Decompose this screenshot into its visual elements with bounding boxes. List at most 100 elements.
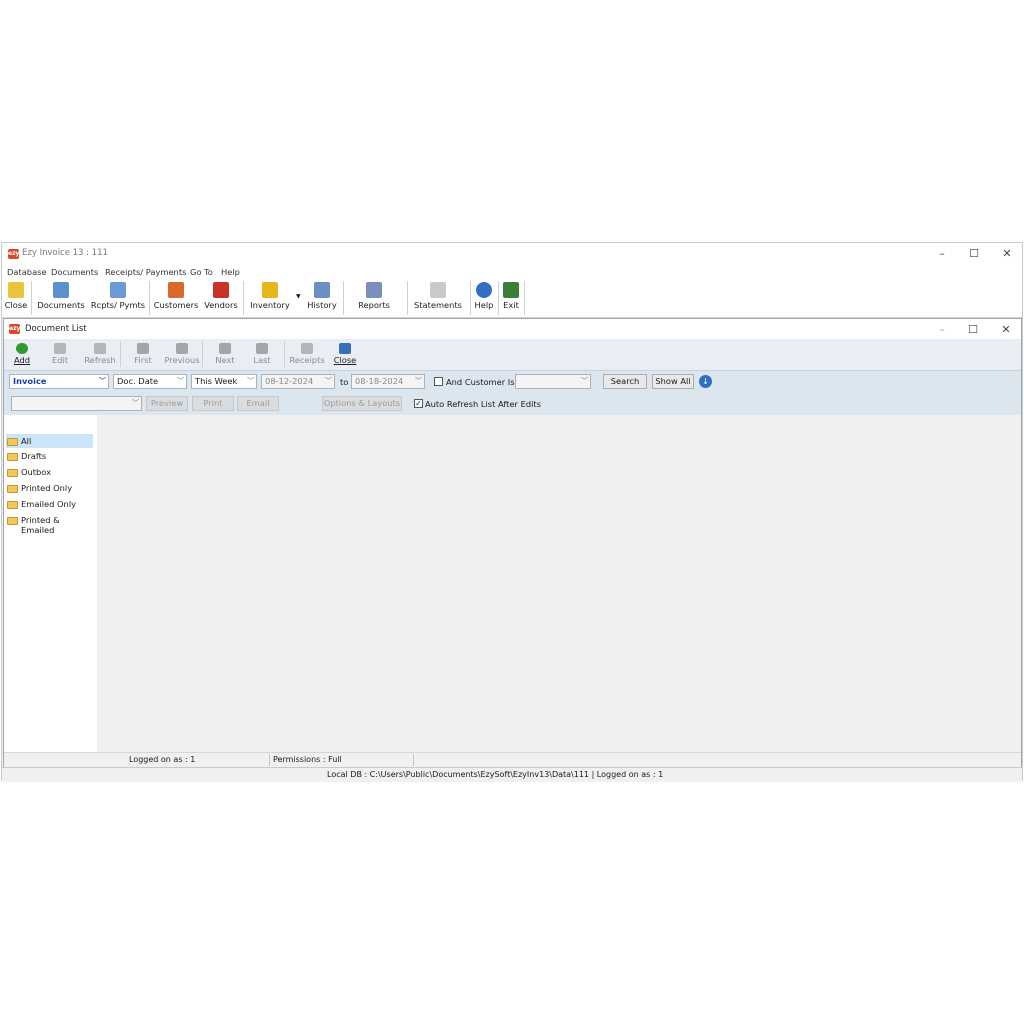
refresh-icon (94, 343, 106, 354)
chevron-down-icon: ﹀ (132, 399, 139, 407)
child-minimize-button[interactable]: – (928, 321, 956, 339)
history-icon (314, 282, 330, 298)
layout-select[interactable]: ﹀ (11, 396, 142, 411)
chevron-down-icon: ﹀ (99, 377, 106, 385)
inventory-coins-icon (262, 282, 278, 298)
statements-button[interactable]: Statements (412, 279, 464, 317)
window-title: Ezy Invoice 13 : 111 (22, 248, 108, 258)
last-button[interactable]: Last (250, 339, 274, 370)
customer-filter-checkbox[interactable] (434, 377, 443, 386)
period-select[interactable]: This Week ﹀ (191, 374, 257, 389)
receipts-icon (301, 343, 313, 354)
refresh-button[interactable]: Refresh (82, 339, 118, 370)
exit-door-icon (503, 282, 519, 298)
options-layouts-button[interactable]: Options & Layouts (322, 396, 402, 411)
vendors-button[interactable]: Vendors (202, 279, 240, 317)
reports-icon (366, 282, 382, 298)
reports-button[interactable]: Reports (352, 279, 396, 317)
help-icon (476, 282, 492, 298)
print-button[interactable]: Print (192, 396, 234, 411)
main-toolbar: Close Documents Rcpts/ Pymts Customers V… (2, 279, 1022, 318)
dropdown-arrow-icon[interactable]: ▼ (296, 293, 301, 300)
auto-refresh-label: Auto Refresh List After Edits (425, 399, 541, 409)
menu-database[interactable]: Database (7, 267, 47, 277)
folder-printed-emailed[interactable]: Printed & Emailed (6, 513, 93, 535)
to-label: to (340, 377, 349, 387)
customers-button[interactable]: Customers (153, 279, 199, 317)
close-door-icon (339, 343, 351, 354)
document-type-select[interactable]: Invoice ﹀ (9, 374, 109, 389)
chevron-down-icon: ﹀ (581, 377, 588, 385)
document-list-title: Document List (25, 324, 87, 334)
preview-button[interactable]: Preview (146, 396, 188, 411)
auto-refresh-checkbox[interactable]: ✓ (414, 399, 423, 408)
database-path-status: Local DB : C:\Users\Public\Documents\Ezy… (327, 770, 664, 779)
logged-on-status: Logged on as : 1 (129, 755, 196, 764)
app-window: ezy Ezy Invoice 13 : 111 – ☐ ✕ Database … (1, 242, 1023, 782)
child-logo-icon: ezy (9, 324, 21, 334)
permissions-status: Permissions : Full (273, 755, 342, 764)
chevron-down-icon: ﹀ (247, 377, 254, 385)
document-list-status-bar: Logged on as : 1 Permissions : Full (4, 752, 1021, 767)
inventory-button[interactable]: Inventory (247, 279, 293, 317)
documents-button[interactable]: Documents (36, 279, 86, 317)
close-window-button[interactable]: ✕ (993, 245, 1021, 263)
app-logo-icon: ezy (8, 249, 20, 259)
customer-filter-label: And Customer Is (446, 377, 515, 387)
show-all-button[interactable]: Show All (652, 374, 694, 389)
first-icon (137, 343, 149, 354)
child-close-window-button[interactable]: ✕ (992, 321, 1020, 339)
statements-envelope-icon (430, 282, 446, 298)
receipts-button[interactable]: Receipts (288, 339, 326, 370)
options-bar: ﹀ Preview Print Email Options & Layouts … (4, 393, 1021, 415)
close-doc-icon (8, 282, 24, 298)
expand-down-icon[interactable]: ↓ (699, 375, 712, 388)
from-date-picker[interactable]: 08-12-2024 ﹀ (261, 374, 335, 389)
chevron-down-icon: ﹀ (415, 377, 422, 385)
folder-icon (7, 469, 18, 477)
previous-button[interactable]: Previous (164, 339, 200, 370)
receipts-pen-icon (110, 282, 126, 298)
first-button[interactable]: First (130, 339, 156, 370)
next-button[interactable]: Next (212, 339, 238, 370)
date-field-select[interactable]: Doc. Date ﹀ (113, 374, 187, 389)
history-button[interactable]: History (304, 279, 340, 317)
add-button[interactable]: Add (10, 339, 34, 370)
search-button[interactable]: Search (603, 374, 647, 389)
folder-icon (7, 485, 18, 493)
menu-documents[interactable]: Documents (51, 267, 98, 277)
folder-all[interactable]: All (6, 434, 93, 448)
document-list-title-bar: ezy Document List – ☐ ✕ (4, 319, 1021, 339)
folder-outbox[interactable]: Outbox (6, 465, 93, 479)
folder-icon (7, 517, 18, 525)
folder-drafts[interactable]: Drafts (6, 449, 93, 463)
to-date-picker[interactable]: 08-18-2024 ﹀ (351, 374, 425, 389)
add-icon (16, 343, 28, 354)
email-button[interactable]: Email (237, 396, 279, 411)
document-grid[interactable] (97, 415, 1021, 752)
folder-icon (7, 453, 18, 461)
minimize-button[interactable]: – (928, 245, 956, 263)
next-icon (219, 343, 231, 354)
edit-button[interactable]: Edit (48, 339, 72, 370)
menu-help[interactable]: Help (221, 267, 240, 277)
folder-open-icon (7, 438, 18, 446)
customers-icon (168, 282, 184, 298)
previous-icon (176, 343, 188, 354)
menu-go-to[interactable]: Go To (190, 267, 213, 277)
customer-select[interactable]: ﹀ (515, 374, 591, 389)
folder-printed-only[interactable]: Printed Only (6, 481, 93, 495)
help-button[interactable]: Help (473, 279, 495, 317)
title-bar: ezy Ezy Invoice 13 : 111 – ☐ ✕ (2, 243, 1022, 265)
exit-button[interactable]: Exit (500, 279, 522, 317)
menu-receipts-payments[interactable]: Receipts/ Payments (105, 267, 186, 277)
folder-emailed-only[interactable]: Emailed Only (6, 497, 93, 511)
receipts-payments-button[interactable]: Rcpts/ Pymts (90, 279, 146, 317)
maximize-button[interactable]: ☐ (960, 245, 988, 263)
child-maximize-button[interactable]: ☐ (959, 321, 987, 339)
close-button[interactable]: Close (4, 279, 28, 317)
folder-icon (7, 501, 18, 509)
close-list-button[interactable]: Close (332, 339, 358, 370)
vendors-truck-icon (213, 282, 229, 298)
document-toolbar: Add Edit Refresh First Previous Next Las… (4, 339, 1021, 370)
